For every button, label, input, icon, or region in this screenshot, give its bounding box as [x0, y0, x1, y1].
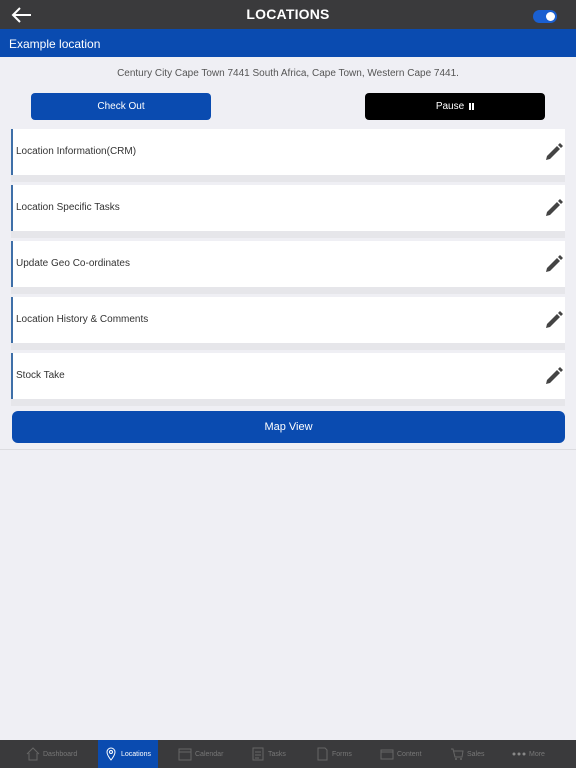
- tab-content[interactable]: Content: [380, 740, 422, 768]
- home-icon: [26, 747, 40, 761]
- check-out-button[interactable]: Check Out: [31, 93, 211, 120]
- pause-label: Pause: [435, 101, 465, 112]
- menu-item-location-information[interactable]: Location Information(CRM): [11, 129, 565, 175]
- tab-label: Content: [397, 750, 422, 758]
- tab-label: Calendar: [195, 750, 224, 758]
- menu-item-label: Location Specific Tasks: [16, 202, 120, 213]
- pencil-icon[interactable]: [544, 198, 564, 218]
- menu-item-label: Update Geo Co-ordinates: [16, 258, 130, 269]
- pause-button[interactable]: Pause: [365, 93, 545, 120]
- tab-more[interactable]: More: [512, 740, 545, 768]
- tab-calendar[interactable]: Calendar: [178, 740, 223, 768]
- tab-label: Tasks: [268, 750, 286, 758]
- row-divider: [11, 399, 565, 406]
- menu-item-label: Stock Take: [16, 370, 65, 381]
- row-divider: [11, 343, 565, 350]
- menu-item-label: Location Information(CRM): [16, 146, 137, 157]
- bottom-tab-bar: Dashboard Locations Calendar Tasks Forms…: [0, 740, 576, 768]
- row-divider: [11, 175, 565, 182]
- tab-sales[interactable]: Sales: [450, 740, 485, 768]
- map-view-button[interactable]: Map View: [12, 411, 565, 443]
- location-address: Century City Cape Town 7441 South Africa…: [117, 68, 459, 79]
- pencil-icon[interactable]: [544, 366, 564, 386]
- tasks-icon: [252, 747, 264, 761]
- row-divider: [11, 231, 565, 238]
- tab-tasks[interactable]: Tasks: [251, 740, 286, 768]
- map-view-label: Map View: [264, 421, 313, 433]
- menu-item-update-geo-coordinates[interactable]: Update Geo Co-ordinates: [11, 241, 565, 287]
- check-out-label: Check Out: [97, 101, 145, 112]
- cart-icon: [451, 748, 464, 760]
- calendar-icon: [178, 748, 192, 761]
- section-divider: [0, 449, 576, 450]
- toggle-knob: [546, 12, 555, 21]
- tab-label: Forms: [332, 750, 352, 758]
- location-name-bar: Example location: [0, 29, 576, 57]
- location-pin-icon: [106, 747, 116, 761]
- more-icon: [512, 752, 526, 756]
- menu-item-label: Location History & Comments: [16, 314, 149, 325]
- pencil-icon[interactable]: [544, 310, 564, 330]
- pause-icon: [469, 103, 475, 110]
- content-icon: [380, 749, 394, 760]
- toggle-switch[interactable]: [533, 10, 557, 23]
- menu-item-location-specific-tasks[interactable]: Location Specific Tasks: [11, 185, 565, 231]
- tab-label: Sales: [467, 750, 485, 758]
- top-navigation-bar: LOCATIONS: [0, 0, 576, 29]
- tab-label: Locations: [121, 750, 151, 758]
- page-title: LOCATIONS: [246, 6, 330, 22]
- menu-item-stock-take[interactable]: Stock Take: [11, 353, 565, 399]
- tab-label: More: [529, 750, 545, 758]
- forms-icon: [317, 747, 328, 761]
- row-divider: [11, 287, 565, 294]
- tab-forms[interactable]: Forms: [315, 740, 352, 768]
- menu-item-location-history[interactable]: Location History & Comments: [11, 297, 565, 343]
- tab-dashboard[interactable]: Dashboard: [26, 740, 77, 768]
- tab-locations[interactable]: Locations: [98, 740, 158, 768]
- pencil-icon[interactable]: [544, 254, 564, 274]
- tab-label: Dashboard: [43, 750, 78, 758]
- pencil-icon[interactable]: [544, 142, 564, 162]
